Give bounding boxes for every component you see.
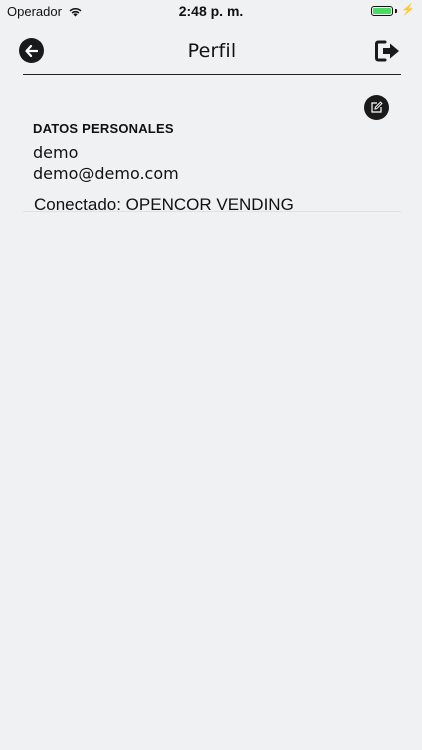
battery-icon <box>371 5 394 16</box>
status-bar: Operador 2:48 p. m. ⚡ <box>0 0 422 22</box>
connection-status: Conectado: OPENCOR VENDING <box>34 195 294 214</box>
edit-icon <box>371 101 383 113</box>
battery-indicator: ⚡ <box>371 5 415 16</box>
logout-button[interactable] <box>375 40 401 62</box>
status-time: 2:48 p. m. <box>178 3 244 19</box>
edit-profile-button[interactable] <box>364 95 389 120</box>
battery-cap <box>395 8 398 13</box>
user-name: demo <box>33 143 79 162</box>
divider <box>23 211 401 212</box>
section-title: DATOS PERSONALES <box>33 121 174 136</box>
nav-header: Perfil <box>19 32 401 75</box>
charging-bolt-icon: ⚡ <box>401 4 415 16</box>
sign-out-icon <box>375 40 399 62</box>
battery-fill <box>373 7 392 14</box>
page-title: Perfil <box>187 40 237 62</box>
user-email: demo@demo.com <box>33 164 179 183</box>
